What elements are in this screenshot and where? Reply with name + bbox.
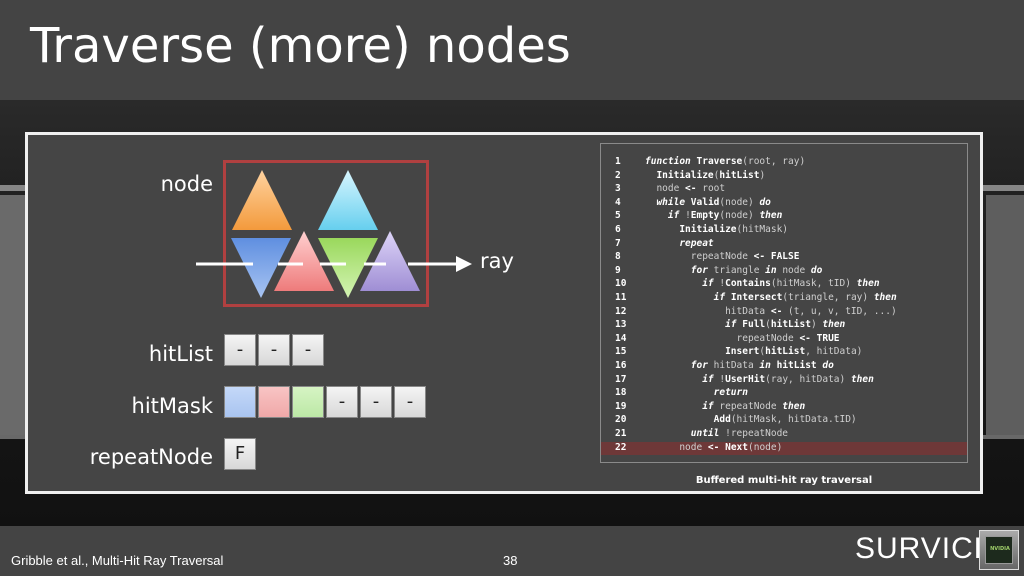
- code-line-number: 6: [615, 224, 621, 235]
- hitmask-cell-green: [292, 386, 324, 418]
- code-line: 9 for triangle in node do: [601, 265, 967, 279]
- code-line-number: 3: [615, 183, 621, 195]
- hitmask-cell-red: [258, 386, 290, 418]
- code-line: 13 if Full(hitList) then: [601, 319, 967, 333]
- code-line-text: if repeatNode then: [702, 400, 806, 412]
- repeatnode-label: repeatNode: [89, 445, 213, 469]
- code-line-number: 9: [615, 264, 621, 276]
- code-line-text: if !UserHit(ray, hitData) then: [702, 373, 874, 385]
- code-line-number: 10: [615, 278, 627, 290]
- hitmask-cell: -: [394, 386, 426, 418]
- code-line: 20 Add(hitMask, hitData.tID): [601, 414, 967, 428]
- code-line-text: if Intersect(triangle, ray) then: [713, 292, 897, 303]
- code-line: 7 repeat: [601, 238, 967, 252]
- footer-citation: Gribble et al., Multi-Hit Ray Traversal: [11, 553, 224, 568]
- code-line: 8 repeatNode <- FALSE: [601, 251, 967, 265]
- code-line: 1 function Traverse(root, ray): [601, 156, 967, 170]
- code-line-number: 20: [615, 414, 627, 426]
- code-line-number: 13: [615, 319, 627, 331]
- code-line: 18 return: [601, 387, 967, 401]
- orange-triangle: [232, 170, 292, 230]
- hitlist-label: hitList: [148, 342, 213, 366]
- code-line-text: if Full(hitList) then: [725, 319, 846, 331]
- footer-bar: Gribble et al., Multi-Hit Ray Traversal …: [0, 526, 1024, 576]
- code-line-number: 15: [615, 346, 627, 358]
- code-line: 4 while Valid(node) do: [601, 197, 967, 211]
- code-line-number: 1: [615, 156, 621, 167]
- hitmask-cell: -: [360, 386, 392, 418]
- nvidia-badge-text: NVIDIA: [990, 546, 1010, 552]
- code-line: 3 node <- root: [601, 183, 967, 197]
- code-line-number: 19: [615, 400, 627, 412]
- code-line-number: 7: [615, 237, 621, 249]
- code-line-number: 4: [615, 196, 621, 208]
- code-line-text: return: [713, 387, 748, 399]
- code-line: 22 node <- Next(node): [601, 441, 967, 456]
- code-line-text: repeatNode <- TRUE: [645, 332, 840, 344]
- hitmask-cell: -: [326, 386, 358, 418]
- code-line-number: 17: [615, 373, 627, 385]
- ray-arrowhead: [456, 256, 472, 272]
- code-line: 6 Initialize(hitMask): [601, 224, 967, 238]
- code-line-number: 21: [615, 428, 627, 439]
- code-line: 15 Insert(hitList, hitData): [601, 346, 967, 360]
- code-line-number: 2: [615, 169, 621, 181]
- code-line: 10 if !Contains(hitMask, tID) then: [601, 278, 967, 292]
- code-line-text: Initialize(hitMask): [679, 224, 789, 235]
- code-line-number: 14: [615, 332, 627, 344]
- code-line-number: 22: [615, 441, 627, 453]
- cyan-triangle: [318, 170, 378, 230]
- code-line: 21 until !repeatNode: [601, 428, 967, 442]
- code-line-number: 12: [615, 305, 627, 317]
- hitlist-cell: -: [292, 334, 324, 366]
- triangle-diagram: [196, 170, 472, 298]
- code-line-text: node <- Next(node): [645, 441, 783, 453]
- page-number: 38: [503, 553, 518, 568]
- code-line: 14 repeatNode <- TRUE: [601, 333, 967, 347]
- code-line: 11 if Intersect(triangle, ray) then: [601, 292, 967, 306]
- hitlist-cell: -: [224, 334, 256, 366]
- code-line-text: Add(hitMask, hitData.tID): [713, 414, 857, 426]
- code-line-text: Insert(hitList, hitData): [725, 346, 863, 358]
- code-line-text: until !repeatNode: [690, 428, 789, 439]
- code-line-text: repeat: [679, 237, 714, 249]
- background-window-right: [986, 195, 1024, 435]
- code-line-text: while Valid(node) do: [656, 196, 771, 208]
- code-line-number: 5: [615, 210, 621, 222]
- ray-label: ray: [480, 249, 514, 273]
- code-line-text: hitData <- (t, u, v, tID, ...): [645, 305, 897, 317]
- hitlist-cell: -: [258, 334, 290, 366]
- content-panel: node hitList hitMask repeatNode ray - - …: [25, 132, 983, 494]
- title-bar: Traverse (more) nodes: [0, 0, 1024, 100]
- code-line-number: 18: [615, 387, 627, 399]
- code-caption: Buffered multi-hit ray traversal: [695, 475, 873, 486]
- code-line: 19 if repeatNode then: [601, 401, 967, 415]
- nvidia-badge-icon: NVIDIA: [979, 530, 1019, 570]
- code-line-number: 11: [615, 292, 627, 303]
- code-line-number: 16: [615, 360, 627, 371]
- code-line-text: node <- root: [645, 183, 726, 195]
- code-line: 5 if !Empty(node) then: [601, 210, 967, 224]
- code-line-text: for hitData in hitList do: [690, 360, 834, 371]
- code-line-text: function Traverse(root, ray): [645, 156, 806, 167]
- code-line-text: repeatNode <- FALSE: [645, 251, 800, 263]
- code-line: 12 hitData <- (t, u, v, tID, ...): [601, 306, 967, 320]
- code-line-text: if !Contains(hitMask, tID) then: [702, 278, 880, 290]
- hitmask-cell-blue: [224, 386, 256, 418]
- code-line: 16 for hitData in hitList do: [601, 360, 967, 374]
- code-line-text: Initialize(hitList): [656, 169, 766, 181]
- code-line-number: 8: [615, 251, 621, 263]
- slide-title: Traverse (more) nodes: [30, 18, 571, 74]
- background-window-left: [0, 195, 26, 435]
- survice-logo: SURVICE: [855, 532, 995, 565]
- code-line-text: if !Empty(node) then: [667, 210, 783, 222]
- code-line: 2 Initialize(hitList): [601, 170, 967, 184]
- hitmask-label: hitMask: [131, 394, 213, 418]
- pseudocode-box: 1 function Traverse(root, ray) 2 Initializ…: [600, 143, 968, 463]
- repeatnode-cell: F: [224, 438, 256, 470]
- code-line: 17 if !UserHit(ray, hitData) then: [601, 374, 967, 388]
- code-line-text: for triangle in node do: [690, 264, 823, 276]
